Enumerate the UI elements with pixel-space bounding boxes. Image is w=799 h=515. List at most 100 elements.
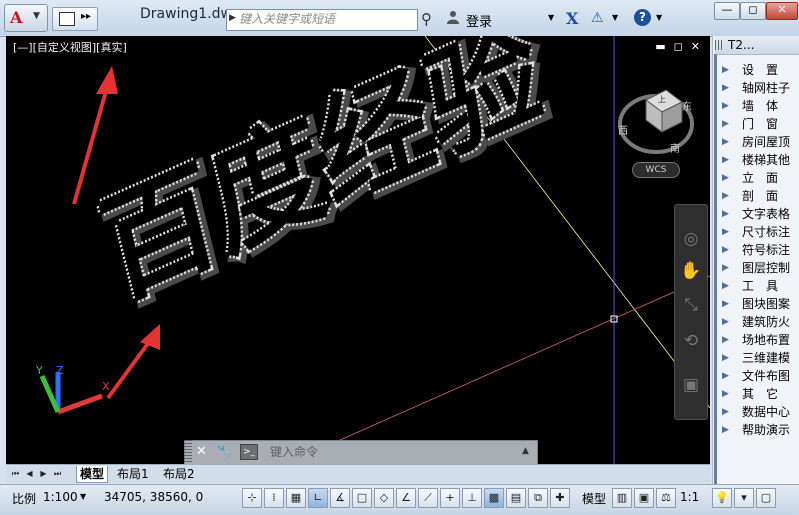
grip-handle[interactable] <box>715 40 723 50</box>
next-tab-icon[interactable]: ▶ <box>38 468 49 479</box>
expand-arrow-icon[interactable]: ▶ <box>722 133 729 151</box>
expand-arrow-icon[interactable]: ▶ <box>722 61 729 79</box>
viewport-close-icon[interactable]: ✕ <box>691 40 700 53</box>
scale-value[interactable]: 1:100 <box>43 490 78 504</box>
viewport-controls[interactable]: ▬ ◻ ✕ <box>647 40 700 53</box>
tab-layout1[interactable]: 布局1 <box>114 466 152 482</box>
expand-arrow-icon[interactable]: ▶ <box>722 421 729 439</box>
prompt-icon[interactable]: >_ <box>240 444 258 460</box>
viewport-minimize-icon[interactable]: ▬ <box>655 40 665 53</box>
clean-screen-icon[interactable]: ▢ <box>756 488 776 508</box>
annotation-scale-value[interactable]: 1:1 <box>680 490 699 504</box>
polar-icon[interactable]: ∡ <box>330 488 350 508</box>
prev-tab-icon[interactable]: ◀ <box>24 468 35 479</box>
expand-arrow-icon[interactable]: ▶ <box>722 331 729 349</box>
otrack-icon[interactable]: ∠ <box>396 488 416 508</box>
palette-item[interactable]: ▶ 墙 体 <box>720 97 799 115</box>
expand-arrow-icon[interactable]: ▶ <box>722 223 729 241</box>
tab-layout2[interactable]: 布局2 <box>160 466 198 482</box>
help-icon[interactable]: ? <box>634 9 651 26</box>
drawing-canvas[interactable]: 百度经验 百度经验 百度经验 Z Y X <box>6 36 710 464</box>
workspace-icon[interactable]: 💡 <box>712 488 732 508</box>
showmotion-icon[interactable]: ▣ <box>679 373 703 397</box>
palette-item[interactable]: ▶ 轴网柱子 <box>720 79 799 97</box>
palette-item[interactable]: ▶ 场地布置 <box>720 331 799 349</box>
expand-arrow-icon[interactable]: ▶ <box>722 97 729 115</box>
palette-item[interactable]: ▶ 帮助演示 <box>720 421 799 439</box>
palette-item[interactable]: ▶ 尺寸标注 <box>720 223 799 241</box>
new-file-icon[interactable] <box>59 12 75 26</box>
infer-constraints-icon[interactable]: ⊹ <box>242 488 262 508</box>
expand-arrow-icon[interactable]: ▶ <box>722 403 729 421</box>
grip-handle[interactable] <box>184 440 192 464</box>
palette-item[interactable]: ▶ 楼梯其他 <box>720 151 799 169</box>
palette-item[interactable]: ▶ 文件布图 <box>720 367 799 385</box>
pan-icon[interactable]: ✋ <box>679 259 703 283</box>
snap-icon[interactable]: ⁞ <box>264 488 284 508</box>
transparency-icon[interactable]: ▩ <box>484 488 504 508</box>
annotation-monitor-icon[interactable]: ✚ <box>550 488 570 508</box>
zoom-icon[interactable]: ⤡ <box>679 293 703 317</box>
dyn-icon[interactable]: + <box>440 488 460 508</box>
chevron-down-icon[interactable]: ▼ <box>548 13 554 22</box>
model-space-button[interactable]: 模型 <box>582 490 606 507</box>
expand-arrow-icon[interactable]: ▶ <box>722 187 729 205</box>
wrench-icon[interactable]: 🔧 <box>216 444 232 459</box>
palette-item[interactable]: ▶ 剖 面 <box>720 187 799 205</box>
palette-item[interactable]: ▶ 立 面 <box>720 169 799 187</box>
chevron-down-icon[interactable]: ▼ <box>656 13 662 22</box>
quick-access-toolbar[interactable]: ▸▸ <box>52 7 98 31</box>
coordinate-readout[interactable]: 34705, 38560, 0 <box>104 490 203 504</box>
palette-item[interactable]: ▶ 设 置 <box>720 61 799 79</box>
last-tab-icon[interactable]: ⏭ <box>52 468 63 479</box>
palette-item[interactable]: ▶ 数据中心 <box>720 403 799 421</box>
quick-properties-icon[interactable]: ▤ <box>506 488 526 508</box>
palette-item[interactable]: ▶ 图层控制 <box>720 259 799 277</box>
ortho-icon[interactable]: ∟ <box>308 488 328 508</box>
expand-arrow-icon[interactable]: ▶ <box>722 205 729 223</box>
quick-view-drawings-icon[interactable]: ▣ <box>634 488 654 508</box>
expand-arrow-icon[interactable]: ▶ <box>722 385 729 403</box>
minimize-button[interactable]: — <box>714 2 740 20</box>
expand-arrow-icon[interactable]: ▶ <box>722 349 729 367</box>
drawing-viewport[interactable]: 百度经验 百度经验 百度经验 Z Y X [—][自定义视图][真实] ▬ ◻ ✕ <box>6 36 710 464</box>
exchange-x-icon[interactable]: X <box>566 9 578 28</box>
palette-item[interactable]: ▶ 房间屋顶 <box>720 133 799 151</box>
expand-arrow-icon[interactable]: ▶ <box>722 367 729 385</box>
wcs-menu[interactable]: WCS <box>632 162 680 178</box>
palette-item[interactable]: ▶ 其 它 <box>720 385 799 403</box>
network-icon[interactable]: ⚠ <box>591 10 604 26</box>
osnap-icon[interactable]: □ <box>352 488 372 508</box>
orbit-icon[interactable]: ⟲ <box>679 329 703 353</box>
palette-item[interactable]: ▶ 图块图案 <box>720 295 799 313</box>
expand-icon[interactable]: ▶ <box>229 13 236 23</box>
palette-item[interactable]: ▶ 三维建模 <box>720 349 799 367</box>
palette-item[interactable]: ▶ 建筑防火 <box>720 313 799 331</box>
login-button[interactable]: 登录 <box>466 11 492 30</box>
palette-item[interactable]: ▶ 工 具 <box>720 277 799 295</box>
chevron-down-icon[interactable]: ▼ <box>80 492 86 501</box>
expand-arrow-icon[interactable]: ▶ <box>722 313 729 331</box>
palette-item[interactable]: ▶ 文字表格 <box>720 205 799 223</box>
selection-cycling-icon[interactable]: ⧉ <box>528 488 548 508</box>
command-input[interactable] <box>270 442 510 461</box>
search-input[interactable] <box>239 10 409 28</box>
viewport-label[interactable]: [—][自定义视图][真实] <box>13 39 127 55</box>
3d-osnap-icon[interactable]: ◇ <box>374 488 394 508</box>
expand-arrow-icon[interactable]: ▶ <box>722 295 729 313</box>
expand-arrow-icon[interactable]: ▶ <box>722 151 729 169</box>
expand-arrow-icon[interactable]: ▶ <box>722 277 729 295</box>
expand-arrow-icon[interactable]: ▶ <box>722 79 729 97</box>
close-icon[interactable]: ✕ <box>196 444 207 459</box>
annotation-scale-icon[interactable]: ⚖ <box>656 488 676 508</box>
quick-view-layouts-icon[interactable]: ▥ <box>612 488 632 508</box>
close-button[interactable]: ✕ <box>766 2 798 20</box>
steering-wheel-icon[interactable]: ◎ <box>679 227 703 251</box>
more-icon[interactable]: ▸▸ <box>81 11 91 22</box>
viewport-restore-icon[interactable]: ◻ <box>674 40 683 53</box>
expand-arrow-icon[interactable]: ▶ <box>722 259 729 277</box>
binoculars-icon[interactable]: ⚲ <box>421 10 432 28</box>
palette-side-bar[interactable] <box>714 54 717 494</box>
search-box[interactable]: ▶ <box>226 9 418 31</box>
tab-model[interactable]: 模型 <box>76 466 109 483</box>
